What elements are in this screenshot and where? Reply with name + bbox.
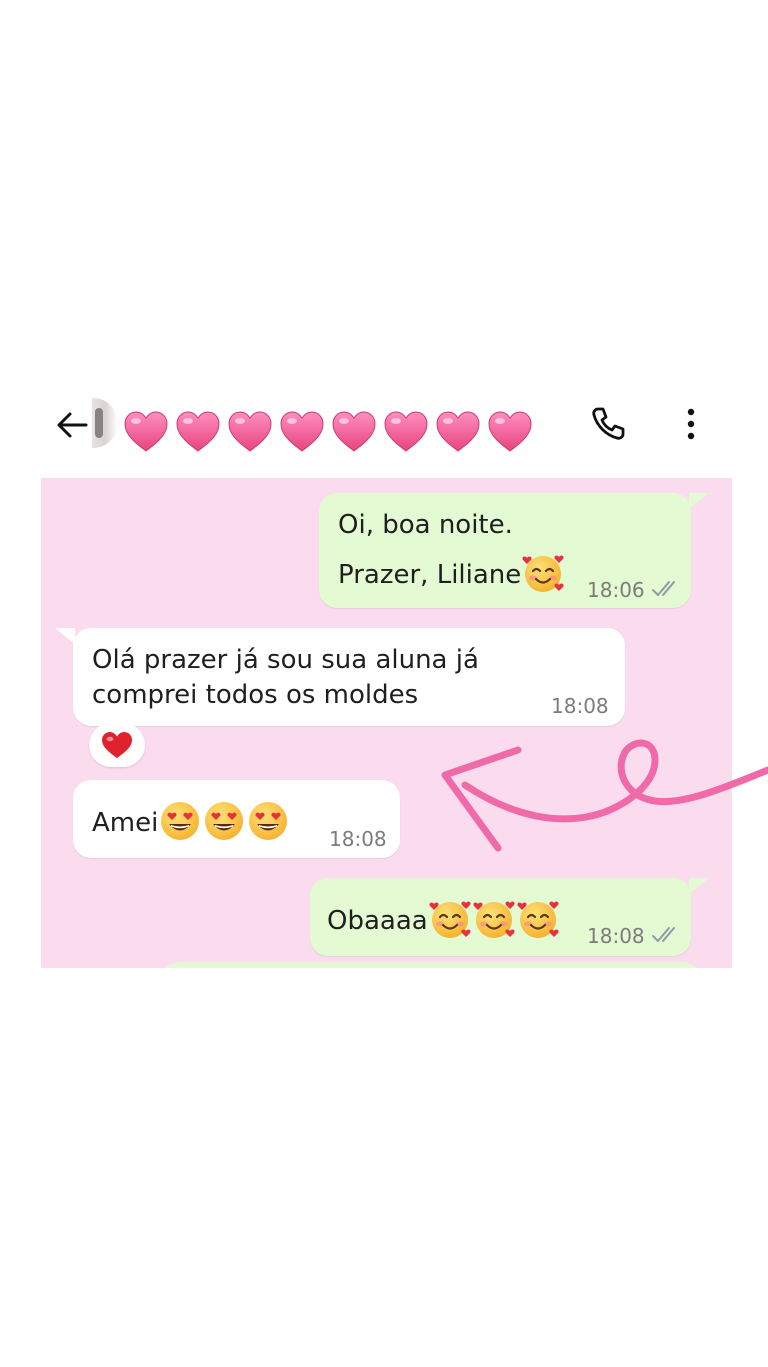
- message-text: Oi, boa noite.: [338, 510, 513, 540]
- message-text: Obaaaa: [327, 897, 560, 941]
- hand-drawn-arrow: [441, 739, 768, 852]
- pink-heart-icon: [382, 408, 430, 456]
- message-text-part: Obaaaa: [327, 906, 428, 936]
- message-text: Prazer, Liliane: [338, 551, 565, 595]
- smiling-face-with-hearts-icon: [521, 551, 565, 595]
- read-ticks-icon: [652, 927, 675, 942]
- message-bubble-incoming[interactable]: Amei 18:08: [73, 780, 400, 858]
- heart-eyes-icon: [158, 799, 202, 843]
- heart-eyes-icon: [246, 799, 290, 843]
- message-time: 18:08: [551, 694, 609, 718]
- message-bubble-outgoing[interactable]: Oi, boa noite. Prazer, Liliane 18:06: [319, 493, 691, 608]
- pink-heart-icon: [486, 408, 534, 456]
- pink-heart-icon: [226, 408, 274, 456]
- pink-heart-icon: [174, 408, 222, 456]
- pink-heart-icon: [330, 408, 378, 456]
- message-text: Amei: [92, 799, 290, 843]
- read-ticks-icon: [652, 581, 675, 596]
- heart-eyes-icon: [202, 799, 246, 843]
- contact-name[interactable]: [122, 408, 534, 468]
- more-vertical-icon[interactable]: [674, 404, 708, 444]
- chat-area[interactable]: Oi, boa noite. Prazer, Liliane 18:06 Olá…: [41, 478, 732, 968]
- message-bubble-outgoing[interactable]: Obaaaa 18:08: [310, 878, 691, 956]
- message-text-part: Prazer, Liliane: [338, 560, 522, 590]
- pink-heart-icon: [278, 408, 326, 456]
- message-bubble-outgoing-partial[interactable]: [161, 962, 701, 968]
- message-text: Olá prazer já sou sua aluna já: [92, 645, 479, 675]
- smiling-face-with-hearts-icon: [428, 897, 472, 941]
- pink-heart-icon: [434, 408, 482, 456]
- message-text-part: Amei: [92, 808, 159, 838]
- message-text: comprei todos os moldes: [92, 680, 419, 710]
- message-reaction[interactable]: [89, 723, 145, 767]
- message-time: 18:08: [329, 827, 387, 851]
- arrow-left-icon[interactable]: [52, 404, 92, 444]
- pink-heart-icon: [122, 408, 170, 456]
- phone-icon[interactable]: [588, 404, 628, 444]
- smiling-face-with-hearts-icon: [516, 897, 560, 941]
- message-bubble-incoming[interactable]: Olá prazer já sou sua aluna já comprei t…: [73, 628, 625, 726]
- red-heart-icon: [100, 730, 134, 760]
- smiling-face-with-hearts-icon: [472, 897, 516, 941]
- message-time: 18:08: [587, 924, 645, 948]
- bubble-tail: [689, 493, 709, 509]
- message-time: 18:06: [587, 578, 645, 602]
- bubble-tail: [689, 878, 709, 894]
- bubble-tail: [55, 628, 75, 644]
